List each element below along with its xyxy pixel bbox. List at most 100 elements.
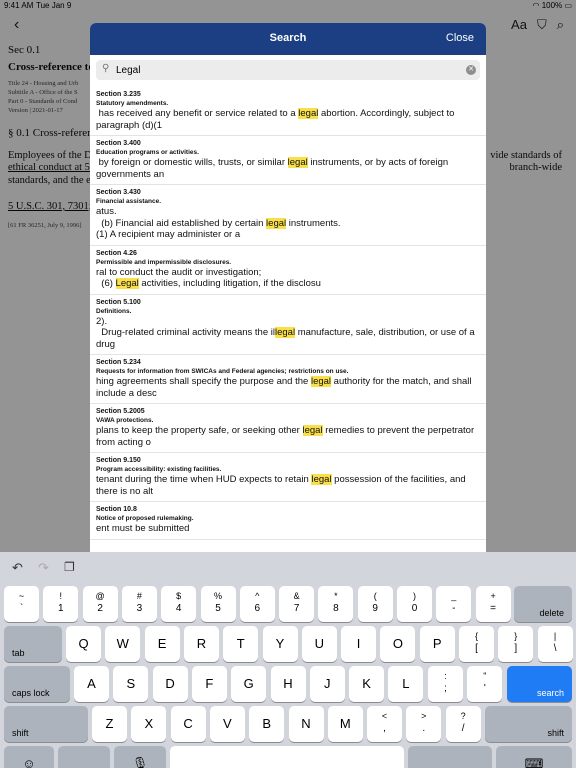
key-v[interactable]: V [209,706,245,742]
key-sym-1[interactable]: >. [406,706,442,742]
key-9[interactable]: * 8 [318,586,354,622]
key-m[interactable]: M [327,706,363,742]
redo-icon[interactable]: ↷ [38,560,49,576]
key-c[interactable]: C [170,706,206,742]
key-bracket-1[interactable]: }] [498,626,534,662]
key-t[interactable]: T [223,626,259,662]
key-3[interactable]: @2 [82,586,118,622]
result-item[interactable]: Section 3.400 Education programs or activ… [90,136,486,185]
key-x[interactable]: X [131,706,167,742]
search-match-highlight: legal [266,217,287,229]
key-shift-label: ) [413,591,416,601]
shift-left-key[interactable]: shift [4,706,88,742]
result-item[interactable]: Section 9.150 Program accessibility: exis… [90,453,486,502]
result-heading: Education programs or activities. [96,149,199,156]
key-g[interactable]: G [231,666,267,702]
search-box: ⚲ ✕ [96,60,480,80]
paste-icon[interactable]: ❐ [64,560,75,574]
key-d[interactable]: D [152,666,188,702]
key-6[interactable]: % 5 [200,586,236,622]
result-section: Section 3.400 [96,140,141,147]
key-label: ` [19,603,24,614]
key-shift-label: * [334,591,338,601]
key-label: V [223,716,232,731]
close-button[interactable]: Close [446,32,474,44]
result-item[interactable]: Section 3.430 Financial assistance. atus. … [90,185,486,246]
key-punct-1[interactable]: " ' [467,666,503,702]
key-l[interactable]: L [388,666,424,702]
key-u[interactable]: U [301,626,337,662]
key-5[interactable]: $4 [161,586,197,622]
result-snippet: ent must be submitted [96,523,480,535]
key-label: B [262,716,272,731]
key-a[interactable]: A [74,666,109,702]
key-sym-2[interactable]: ? / [445,706,481,742]
key-e[interactable]: E [144,626,180,662]
key-k[interactable]: K [349,666,385,702]
key-label: 9 [372,603,378,614]
key-o[interactable]: O [380,626,416,662]
key-bracket-2[interactable]: | \ [537,626,573,662]
caps-lock-key[interactable]: caps lock [4,666,70,702]
result-heading: VAWA protections. [96,417,154,424]
key-10[interactable]: (9 [357,586,393,622]
key-b[interactable]: B [249,706,285,742]
result-item[interactable]: Section 4.26 Permissible and impermissibl… [90,246,486,295]
result-item[interactable]: Section 10.8 Notice of proposed rulemakin… [90,502,486,540]
key-y[interactable]: Y [262,626,298,662]
key-label: G [243,676,254,691]
search-input[interactable] [116,60,436,80]
key-s[interactable]: S [113,666,149,702]
dictation-key[interactable]: 🎙 [114,746,166,768]
key-p[interactable]: P [419,626,455,662]
key-label: \ [553,643,557,654]
key-label: 8 [333,603,339,614]
key-2[interactable]: ! 1 [43,586,79,622]
key-punct-0[interactable]: :; [428,666,463,702]
shift-right-key[interactable]: shift [485,706,572,742]
result-snippet: plans to keep the property safe, or seek… [96,425,480,448]
key-1[interactable]: ~ ` [4,586,39,622]
key-z[interactable]: Z [92,706,127,742]
key-q[interactable]: Q [66,626,101,662]
space-bar[interactable] [170,746,404,768]
key-label: S [126,676,136,691]
clear-x-icon[interactable]: ✕ [466,65,476,75]
numbers-key-left[interactable]: .?123 [58,746,110,768]
key-sym-0[interactable]: <, [367,706,402,742]
tab-key[interactable]: tab [4,626,62,662]
magnifier-icon: ⚲ [102,63,110,74]
result-section: Section 5.100 [96,298,141,306]
emoji-key[interactable]: ☺ [4,746,54,768]
key-shift-label: } [514,631,518,641]
snippet-before: hing agreements shall specify the purpos… [96,376,311,387]
result-item[interactable]: Section 5.100 Definitions. 2). Drug-relate… [90,295,486,355]
key-j[interactable]: J [309,666,345,702]
key-r[interactable]: R [183,626,219,662]
result-item[interactable]: Section 3.235 Statutory amendments. has r… [90,87,486,136]
key-12[interactable]: _ - [436,586,472,622]
key-label: Z [105,716,114,731]
key-bracket-0[interactable]: {[ [459,626,494,662]
numbers-key-right[interactable]: .?123 [408,746,492,768]
key-i[interactable]: I [341,626,377,662]
key-4[interactable]: #3 [121,586,157,622]
search-key[interactable]: search [507,666,572,702]
search-match-highlight: legal [298,108,319,119]
result-item[interactable]: Section 5.2005 VAWA protections. plans to … [90,404,486,453]
delete-key[interactable]: delete [514,586,572,622]
key-label: L [402,676,410,691]
key-h[interactable]: H [270,666,306,702]
key-8[interactable]: & 7 [279,586,315,622]
undo-icon[interactable]: ↶ [12,560,23,576]
key-label: ] [514,643,518,654]
key-7[interactable]: ^ 6 [239,586,275,622]
key-13[interactable]: + = [475,586,511,622]
key-w[interactable]: W [105,626,141,662]
key-11[interactable]: ) 0 [397,586,432,622]
result-item[interactable]: Section 5.234 Requests for information fr… [90,355,486,404]
hide-keyboard-key[interactable]: ⌨ [496,746,572,768]
key-f[interactable]: F [191,666,227,702]
key-n[interactable]: N [288,706,324,742]
keyboard-toolbar: ↶ ↷ ❐ [0,552,576,584]
